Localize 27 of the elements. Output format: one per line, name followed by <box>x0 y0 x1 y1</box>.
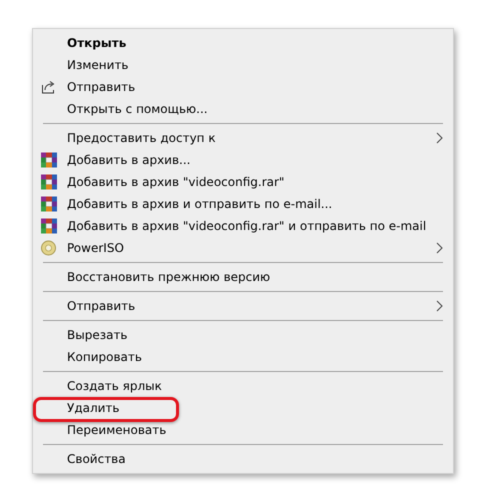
chevron-icon <box>436 242 443 254</box>
menu-item[interactable]: Свойства <box>33 448 455 470</box>
chevron-icon <box>436 300 443 312</box>
menu-item[interactable]: PowerISO <box>33 237 455 259</box>
menu-item[interactable]: Создать ярлык <box>33 375 455 397</box>
menu-item[interactable]: Открыть <box>33 32 455 54</box>
menu-item[interactable]: Изменить <box>33 54 455 76</box>
disc-icon <box>41 240 56 256</box>
menu-item[interactable]: Добавить в архив "videoconfig.rar" <box>33 171 455 193</box>
books-icon <box>41 218 57 234</box>
books-icon <box>41 174 57 190</box>
menu-item[interactable]: Восстановить прежнюю версию <box>33 266 455 288</box>
menu-item[interactable]: Предоставить доступ к <box>33 127 455 149</box>
books-icon <box>41 196 57 212</box>
menu-item[interactable]: Открыть с помощью... <box>33 98 455 120</box>
menu-item[interactable]: Добавить в архив "videoconfig.rar" и отправить по e-mail <box>33 215 455 237</box>
chevron-icon <box>436 132 443 144</box>
menu-item[interactable]: Копировать <box>33 346 455 368</box>
menu-item[interactable]: Отправить <box>33 76 455 98</box>
books-icon <box>41 152 57 168</box>
menu-item[interactable]: Вырезать <box>33 324 455 346</box>
share-icon <box>41 80 56 94</box>
menu-item[interactable]: Удалить <box>33 397 455 419</box>
menu-item[interactable]: Добавить в архив... <box>33 149 455 171</box>
menu-item[interactable]: Добавить в архив и отправить по e-mail... <box>33 193 455 215</box>
menu-item[interactable]: Переименовать <box>33 419 455 441</box>
menu-item[interactable]: Отправить <box>33 295 455 317</box>
